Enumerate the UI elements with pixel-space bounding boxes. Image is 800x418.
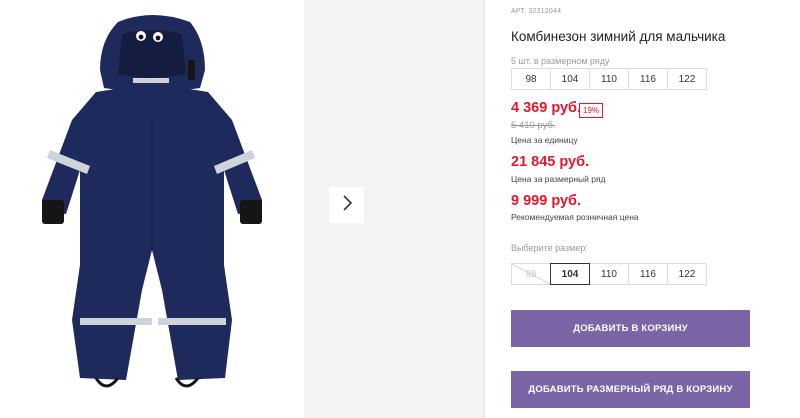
product-main-image[interactable]	[0, 0, 304, 418]
pack-price: 21 845 руб.	[511, 154, 590, 170]
unit-price-note: Цена за единицу	[511, 135, 578, 145]
pack-size-item: 122	[667, 68, 707, 90]
snowsuit-image	[42, 15, 262, 388]
chevron-right-icon	[341, 194, 353, 216]
pack-size-item: 104	[550, 68, 590, 90]
recommended-price-note: Рекомендуемая розничная цена	[511, 212, 639, 222]
pack-size-item: 116	[628, 68, 668, 90]
old-price: 5 410 руб.	[511, 120, 556, 131]
size-option-122[interactable]: 122	[667, 263, 707, 285]
product-page: АРТ. 32312044 Комбинезон зимний для маль…	[0, 0, 800, 418]
product-gallery	[0, 0, 484, 418]
pack-label: 5 шт. в размерном ряду	[511, 56, 610, 66]
product-title: Комбинезон зимний для мальчика	[511, 29, 726, 44]
add-pack-to-cart-button[interactable]: ДОБАВИТЬ РАЗМЕРНЫЙ РЯД В КОРЗИНУ	[511, 371, 750, 408]
pack-size-item: 98	[511, 68, 551, 90]
size-option-104[interactable]: 104	[550, 263, 590, 285]
size-option-98[interactable]: 98	[511, 263, 551, 285]
choose-size-label: Выберите размер:	[511, 243, 588, 253]
vertical-divider	[484, 0, 485, 418]
add-to-cart-button[interactable]: ДОБАВИТЬ В КОРЗИНУ	[511, 310, 750, 347]
unit-price: 4 369 руб.	[511, 100, 582, 116]
pack-price-note: Цена за размерный ряд	[511, 174, 606, 184]
size-selector: 98 104 110 116 122	[511, 263, 707, 285]
recommended-price: 9 999 руб.	[511, 193, 582, 209]
size-option-116[interactable]: 116	[628, 263, 668, 285]
gallery-next-button[interactable]	[329, 187, 364, 223]
pack-size-list: 98 104 110 116 122	[511, 68, 707, 90]
pack-size-item: 110	[589, 68, 629, 90]
discount-badge: 19%	[579, 103, 604, 118]
size-option-110[interactable]: 110	[589, 263, 629, 285]
article-number: АРТ. 32312044	[511, 8, 562, 15]
